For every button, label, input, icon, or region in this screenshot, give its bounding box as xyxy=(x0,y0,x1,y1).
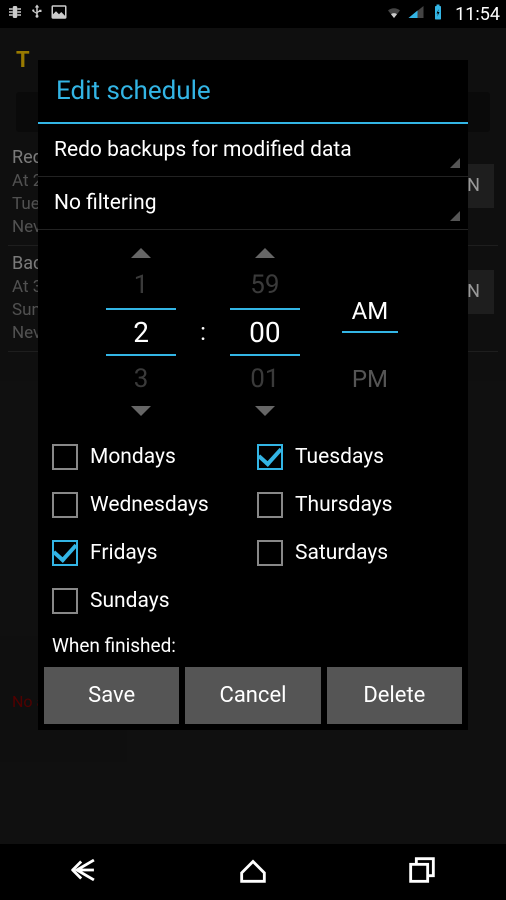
edit-schedule-dialog: Edit schedule Redo backups for modified … xyxy=(38,60,468,730)
wifi-icon xyxy=(385,3,403,25)
minute-picker[interactable]: 59 00 01 xyxy=(210,244,320,420)
home-icon[interactable] xyxy=(236,853,270,891)
checkbox[interactable] xyxy=(52,588,78,614)
navigation-bar xyxy=(0,844,506,900)
status-bar: 11:54 xyxy=(0,0,506,28)
minute-value[interactable]: 00 xyxy=(230,308,300,356)
delete-button[interactable]: Delete xyxy=(327,667,462,724)
day-friday[interactable]: Fridays xyxy=(52,540,249,566)
checkbox[interactable] xyxy=(52,492,78,518)
day-wednesday[interactable]: Wednesdays xyxy=(52,492,249,518)
ampm-picker[interactable]: AM PM xyxy=(320,270,420,420)
cancel-button[interactable]: Cancel xyxy=(185,667,320,724)
chevron-up-icon[interactable] xyxy=(255,248,275,258)
pm-option[interactable]: PM xyxy=(342,361,398,397)
dialog-button-row: Save Cancel Delete xyxy=(38,661,468,730)
hour-picker[interactable]: 1 2 3 xyxy=(86,244,196,420)
checkbox[interactable] xyxy=(52,444,78,470)
chevron-up-icon[interactable] xyxy=(131,248,151,258)
am-option[interactable]: AM xyxy=(342,293,399,333)
debug-icon xyxy=(6,3,24,25)
checkbox[interactable] xyxy=(257,444,283,470)
day-monday[interactable]: Mondays xyxy=(52,444,249,470)
day-sunday[interactable]: Sundays xyxy=(52,588,249,614)
chevron-down-icon[interactable] xyxy=(131,406,151,416)
time-picker: 1 2 3 : 59 00 01 AM PM xyxy=(38,230,468,436)
chevron-down-icon[interactable] xyxy=(255,406,275,416)
checkbox[interactable] xyxy=(52,540,78,566)
day-saturday[interactable]: Saturdays xyxy=(257,540,454,566)
checkbox[interactable] xyxy=(257,540,283,566)
days-grid: Mondays Tuesdays Wednesdays Thursdays Fr… xyxy=(38,436,468,622)
signal-icon xyxy=(407,3,425,25)
dialog-title: Edit schedule xyxy=(38,60,468,122)
checkbox[interactable] xyxy=(257,492,283,518)
battery-icon xyxy=(429,3,447,25)
day-thursday[interactable]: Thursdays xyxy=(257,492,454,518)
usb-icon xyxy=(28,3,46,25)
image-icon xyxy=(50,3,68,25)
save-button[interactable]: Save xyxy=(44,667,179,724)
hour-value[interactable]: 2 xyxy=(106,308,176,356)
status-time: 11:54 xyxy=(455,4,500,25)
when-finished-label: When finished: xyxy=(38,622,468,661)
filter-dropdown[interactable]: No filtering xyxy=(38,177,468,230)
recent-apps-icon[interactable] xyxy=(405,853,439,891)
back-icon[interactable] xyxy=(67,853,101,891)
backup-type-dropdown[interactable]: Redo backups for modified data xyxy=(38,124,468,177)
day-tuesday[interactable]: Tuesdays xyxy=(257,444,454,470)
